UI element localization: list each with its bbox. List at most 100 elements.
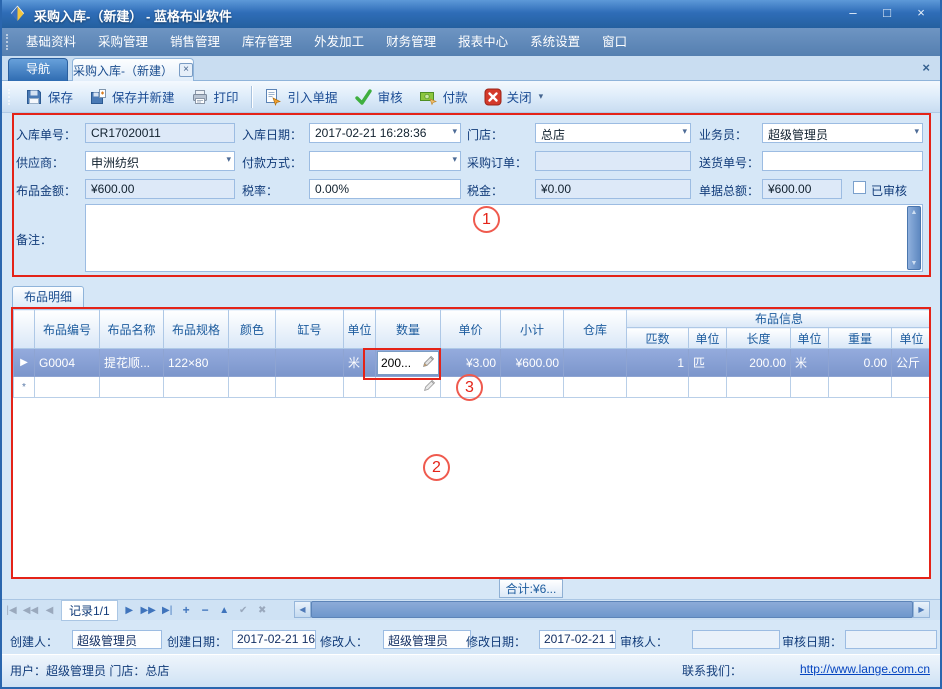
cell-spec[interactable]: 122×80	[164, 349, 229, 377]
menu-item-finance[interactable]: 财务管理	[375, 28, 447, 56]
scroll-left-icon[interactable]: ◀	[294, 601, 311, 618]
cell-weight[interactable]: 0.00	[829, 349, 892, 377]
close-form-button[interactable]: 关闭 ▾	[476, 84, 552, 110]
import-document-button[interactable]: 引入单据	[256, 84, 346, 110]
payment-method-select[interactable]: ▾	[309, 151, 461, 171]
cell-length[interactable]: 200.00	[727, 349, 791, 377]
scroll-up-icon[interactable]: ▲	[911, 209, 918, 216]
col-header-weight[interactable]: 重量	[829, 328, 892, 349]
menu-item-system-settings[interactable]: 系统设置	[519, 28, 591, 56]
receipt-no-field[interactable]: CR17020011	[85, 123, 235, 143]
new-row[interactable]: *	[14, 377, 931, 398]
doc-total-field[interactable]: ¥600.00	[762, 179, 842, 199]
cell-unit[interactable]: 米	[344, 349, 376, 377]
audit-button[interactable]: 审核	[346, 84, 411, 110]
delivery-no-field[interactable]	[762, 151, 923, 171]
menu-item-reports[interactable]: 报表中心	[447, 28, 519, 56]
cell-pieces[interactable]: 1	[627, 349, 689, 377]
menu-item-window[interactable]: 窗口	[591, 28, 638, 56]
tab-close-icon[interactable]: ×	[179, 63, 193, 77]
maximize-button[interactable]: □	[878, 5, 896, 20]
col-header-pieces[interactable]: 匹数	[627, 328, 689, 349]
website-link[interactable]: http://www.lange.com.cn	[800, 662, 930, 676]
scrollbar-thumb[interactable]	[311, 601, 913, 618]
pencil-icon[interactable]	[422, 355, 435, 371]
cell-code[interactable]: G0004	[35, 349, 100, 377]
salesman-select[interactable]: 超级管理员▾	[762, 123, 923, 143]
supplier-select[interactable]: 申洲纺织▾	[85, 151, 235, 171]
tax-rate-field[interactable]: 0.00%	[309, 179, 461, 199]
col-header-qty[interactable]: 数量	[376, 310, 441, 349]
store-select[interactable]: 总店▾	[535, 123, 691, 143]
pay-button[interactable]: 付款	[411, 84, 476, 110]
menu-item-purchase[interactable]: 采购管理	[87, 28, 159, 56]
tabbar-close-icon[interactable]: ×	[922, 60, 930, 75]
col-header-pieces-unit[interactable]: 单位	[689, 328, 727, 349]
nav-prior-page-button[interactable]: ◀◀	[21, 605, 40, 616]
dropdown-arrow-icon[interactable]: ▾	[226, 154, 231, 165]
scrollbar-horizontal[interactable]: ◀ ▶	[294, 601, 930, 618]
tax-field[interactable]: ¥0.00	[535, 179, 691, 199]
nav-post-button[interactable]: ✔	[234, 605, 253, 616]
col-header-color[interactable]: 颜色	[229, 310, 276, 349]
col-header-price[interactable]: 单价	[441, 310, 501, 349]
dropdown-arrow-icon[interactable]: ▾	[452, 126, 457, 137]
receipt-date-field[interactable]: 2017-02-21 16:28:36▾	[309, 123, 461, 143]
cell-qty[interactable]: 200...	[376, 349, 441, 377]
dropdown-arrow-icon[interactable]: ▾	[539, 91, 544, 102]
col-header-warehouse[interactable]: 仓库	[564, 310, 627, 349]
col-header-code[interactable]: 布品编号	[35, 310, 100, 349]
cell-name[interactable]: 提花顺...	[100, 349, 164, 377]
dropdown-arrow-icon[interactable]: ▾	[914, 126, 919, 137]
new-row-qty-cell[interactable]	[376, 377, 441, 398]
cell-weight-unit[interactable]: 公斤	[892, 349, 931, 377]
nav-prior-button[interactable]: ◀	[40, 605, 59, 616]
cell-vat-no[interactable]	[276, 349, 344, 377]
col-header-vat-no[interactable]: 缸号	[276, 310, 344, 349]
tab-fabric-details[interactable]: 布品明细	[12, 286, 84, 309]
col-header-subtotal[interactable]: 小计	[501, 310, 564, 349]
print-button[interactable]: 打印	[183, 84, 247, 110]
nav-next-page-button[interactable]: ▶▶	[139, 605, 158, 616]
fabric-amount-field[interactable]: ¥600.00	[85, 179, 235, 199]
nav-first-button[interactable]: |◀	[2, 605, 21, 616]
nav-last-button[interactable]: ▶|	[158, 605, 177, 616]
cell-subtotal[interactable]: ¥600.00	[501, 349, 564, 377]
save-and-new-button[interactable]: 保存并新建	[81, 84, 183, 110]
tab-navigation[interactable]: 导航	[8, 58, 68, 81]
menu-item-sales[interactable]: 销售管理	[159, 28, 231, 56]
nav-delete-button[interactable]: −	[196, 603, 215, 617]
dropdown-arrow-icon[interactable]: ▾	[682, 126, 687, 137]
audited-checkbox[interactable]	[853, 181, 866, 194]
remark-textarea[interactable]: ▲ ▼	[85, 204, 923, 272]
cell-price[interactable]: ¥3.00	[441, 349, 501, 377]
col-header-unit[interactable]: 单位	[344, 310, 376, 349]
menu-item-basic-data[interactable]: 基础资料	[15, 28, 87, 56]
scrollbar-vertical[interactable]: ▲ ▼	[907, 206, 921, 270]
dropdown-arrow-icon[interactable]: ▾	[452, 154, 457, 165]
tab-purchase-inbound[interactable]: 采购入库-（新建） ×	[72, 58, 194, 81]
col-header-name[interactable]: 布品名称	[100, 310, 164, 349]
qty-editor[interactable]: 200...	[377, 351, 439, 375]
menu-item-outsourcing[interactable]: 外发加工	[303, 28, 375, 56]
cell-pieces-unit[interactable]: 匹	[689, 349, 727, 377]
cell-warehouse[interactable]	[564, 349, 627, 377]
pencil-icon[interactable]	[423, 381, 436, 395]
table-row[interactable]: ▶ G0004 提花顺... 122×80 米 200... ¥3.00 ¥60…	[14, 349, 931, 377]
scroll-right-icon[interactable]: ▶	[913, 601, 930, 618]
col-header-length[interactable]: 长度	[727, 328, 791, 349]
col-header-length-unit[interactable]: 单位	[791, 328, 829, 349]
scroll-down-icon[interactable]: ▼	[911, 260, 918, 267]
nav-insert-button[interactable]: +	[177, 603, 196, 617]
purchase-order-field[interactable]	[535, 151, 691, 171]
save-button[interactable]: 保存	[17, 84, 81, 110]
nav-edit-button[interactable]: ▲	[215, 605, 234, 616]
cell-length-unit[interactable]: 米	[791, 349, 829, 377]
nav-cancel-button[interactable]: ✖	[253, 605, 272, 616]
close-button[interactable]: ×	[912, 5, 930, 20]
col-header-spec[interactable]: 布品规格	[164, 310, 229, 349]
cell-color[interactable]	[229, 349, 276, 377]
col-header-weight-unit[interactable]: 单位	[892, 328, 931, 349]
minimize-button[interactable]: –	[844, 5, 862, 20]
menu-item-inventory[interactable]: 库存管理	[231, 28, 303, 56]
